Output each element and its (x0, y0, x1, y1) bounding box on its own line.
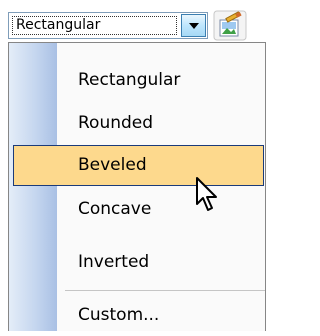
format-picture-button[interactable] (213, 10, 247, 41)
chevron-down-icon (188, 22, 199, 29)
menu-item-label: Rectangular (78, 70, 181, 90)
menu-item-rounded[interactable]: Rounded (9, 102, 265, 144)
shape-dropdown-menu: Rectangular Rounded Beveled Concave Inve… (8, 42, 266, 331)
menu-item-rectangular[interactable]: Rectangular (9, 59, 265, 101)
menu-item-label: Inverted (78, 252, 150, 272)
menu-item-label: Rounded (78, 113, 154, 133)
pointer-arrow-icon (195, 176, 221, 218)
shape-combo-box[interactable]: Rectangular (8, 12, 208, 39)
menu-item-label: Beveled (78, 155, 147, 175)
combo-dropdown-button[interactable] (181, 14, 206, 37)
menu-item-concave[interactable]: Concave (9, 188, 265, 230)
menu-item-beveled[interactable]: Beveled (13, 145, 264, 186)
menu-item-inverted[interactable]: Inverted (9, 241, 265, 283)
menu-separator (65, 290, 265, 291)
menu-item-label: Custom... (78, 305, 160, 325)
format-picture-icon (213, 10, 247, 41)
shape-combo-value[interactable]: Rectangular (12, 16, 177, 35)
menu-item-label: Concave (78, 199, 152, 219)
menu-item-custom[interactable]: Custom... (9, 294, 265, 336)
